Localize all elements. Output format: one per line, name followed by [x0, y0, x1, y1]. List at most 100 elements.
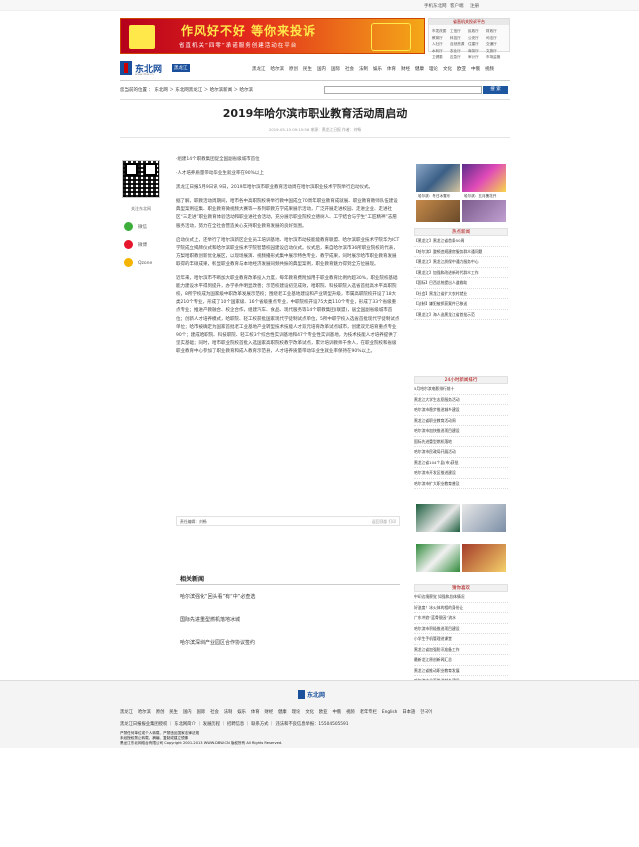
footer-nav-item[interactable]: 老年专栏 — [360, 710, 377, 715]
hot-news-item[interactable]: 【黑龙江】黑龙江质保中通力服务中心 — [414, 257, 508, 268]
recommend-item[interactable]: 广东冲浪“蓝骨银因”流水 — [414, 613, 508, 624]
photo-caption[interactable]: 哈尔滨：五月槐花开 — [464, 194, 496, 199]
footer-nav-item[interactable]: 한국어 — [420, 710, 432, 715]
nav-item[interactable]: 理论 — [429, 66, 438, 72]
share-wechat[interactable]: 微信 — [124, 222, 147, 231]
hot-news-item[interactable]: 【黑龙江】海人选黑龙江省首批示范 — [414, 310, 508, 320]
rank-item[interactable]: 5月哈尔滨电影排行前十 — [414, 384, 508, 395]
photo-thumb[interactable] — [462, 200, 506, 222]
hot-news-item[interactable]: 【哈尔滨】整顿违规建房服务群众通问题 — [414, 247, 508, 257]
nav-item[interactable]: 文化 — [443, 66, 452, 72]
footer-nav-item[interactable]: 日本語 — [402, 710, 415, 715]
photo-thumb[interactable] — [462, 544, 506, 572]
recommend-item[interactable]: 黑龙江省加强防汛准备工作 — [414, 645, 508, 655]
footer-nav-item[interactable]: 哈尔滨 — [138, 710, 151, 715]
photo-thumb[interactable] — [416, 200, 460, 222]
ad-banner[interactable]: 作风好不好 等你来投诉 省直机关“四零”承诺服务创建活动在平台 — [120, 18, 425, 54]
footer-nav-item[interactable]: 视频 — [346, 710, 355, 715]
footer-nav-item[interactable]: 体育 — [251, 710, 260, 715]
rank-item[interactable]: 黑龙江省104个县(市)获批 — [414, 458, 508, 468]
share-weibo[interactable]: 微博 — [124, 240, 147, 249]
region-badge[interactable]: 黑龙江 — [172, 64, 190, 72]
nav-item[interactable]: 原创 — [289, 66, 298, 72]
rank-item[interactable]: 黑龙江大学生志愿服务活动 — [414, 395, 508, 405]
footer-nav-item[interactable]: 法制 — [224, 710, 233, 715]
hot-news-item[interactable]: 【法制】嫌犯被抓获案件已移送 — [414, 299, 508, 310]
site-logo[interactable]: 东北网 www.dbw.cn 黑龙江 — [120, 61, 190, 77]
footer-nav-item[interactable]: English — [382, 710, 398, 715]
footer-info[interactable]: 黑龙江日报报业集团授权 ｜ 东北网简介 ｜ 发展历程 ｜ 招聘信息 ｜ 联系方式… — [120, 721, 349, 727]
rank-item[interactable]: 国际先进重型燃机落地 — [414, 437, 508, 447]
nav-item[interactable]: 财经 — [401, 66, 410, 72]
complaint-link[interactable]: 应急厅 — [450, 54, 468, 61]
back-to-top-link[interactable]: 返回顶部 打印 — [372, 519, 396, 525]
hot-news-item[interactable]: 【黑龙江】黑龙江省首条50周 — [414, 236, 508, 247]
nav-item[interactable]: 哈尔滨 — [271, 66, 285, 72]
rank-item[interactable]: 黑龙江省职业教育活动周 — [414, 416, 508, 426]
nav-item[interactable]: 国内 — [317, 66, 326, 72]
recommend-list: 中印边境察觉 如强和总体情况 好滋度！冰火体的相的身份让 广东冲浪“蓝骨银因”流水哈… — [414, 592, 508, 687]
recommend-item[interactable]: 哈尔滨市积极推进项目建设 — [414, 624, 508, 634]
editor-bar: 责任编辑：刘畅 返回顶部 打印 — [176, 516, 400, 526]
footer-nav-item[interactable]: 国际 — [197, 710, 206, 715]
complaint-link[interactable]: 卫健委 — [432, 54, 450, 61]
rank-item[interactable]: 哈尔滨市开发区推进建设 — [414, 468, 508, 479]
recommend-item[interactable]: 中印边境察觉 如强和总体情况 — [414, 592, 508, 603]
nav-item[interactable]: 法制 — [359, 66, 368, 72]
topbar-link-app[interactable]: 客户端 — [450, 3, 464, 9]
nav-item[interactable]: 健康 — [415, 66, 424, 72]
recommend-item[interactable]: 最新龙江原创新闻汇总 — [414, 655, 508, 666]
hot-news-title: 热点新闻 — [414, 228, 508, 236]
photo-thumb[interactable] — [462, 164, 506, 192]
search-input[interactable] — [324, 86, 482, 94]
nav-item[interactable]: 体育 — [387, 66, 396, 72]
complaint-link[interactable]: 审计厅 — [468, 54, 486, 61]
complaint-link[interactable]: 市场监管 — [486, 54, 504, 61]
footer-nav-item[interactable]: 中俄 — [333, 710, 342, 715]
search-button[interactable]: 搜 索 — [483, 86, 508, 94]
nav-item[interactable]: 中俄 — [471, 66, 480, 72]
hot-news-item[interactable]: 【社会】黑龙江省扩大农村就业 — [414, 289, 508, 299]
nav-item[interactable]: 民生 — [303, 66, 312, 72]
footer-nav-item[interactable]: 社会 — [210, 710, 219, 715]
photo-thumb[interactable] — [462, 504, 506, 532]
photo-thumb[interactable] — [416, 544, 460, 572]
recommend-item[interactable]: 好滋度！冰火体的相的身份让 — [414, 603, 508, 613]
nav-item[interactable]: 国际 — [331, 66, 340, 72]
recommend-box: 猜你喜欢 中印边境察觉 如强和总体情况 好滋度！冰火体的相的身份让 广东冲浪“蓝骨银… — [414, 584, 508, 687]
footer-nav-item[interactable]: 娱乐 — [237, 710, 246, 715]
footer-logo[interactable]: 东北网 — [298, 690, 340, 700]
topbar-link-mobile[interactable]: 手机东北网 — [424, 3, 447, 9]
footer-nav-item[interactable]: 健康 — [278, 710, 287, 715]
topbar-link-register[interactable]: 注册 — [470, 3, 479, 9]
hot-news-item[interactable]: 【国际】巴西总统提出人道救助 — [414, 278, 508, 289]
footer-nav-item[interactable]: 民生 — [169, 710, 178, 715]
footer-nav-item[interactable]: 财经 — [265, 710, 274, 715]
nav-item[interactable]: 黑龙江 — [252, 66, 266, 72]
footer-nav-item[interactable]: 黑龙江 — [120, 710, 133, 715]
photo-thumb[interactable] — [416, 504, 460, 532]
recommend-item[interactable]: 黑龙江省推动职业教育发展 — [414, 666, 508, 676]
breadcrumb[interactable]: 您当前的位置 ： 东北网 ＞ 东北网黑龙江 ＞ 哈尔滨新闻 ＞ 哈尔滨 — [120, 87, 253, 93]
footer-nav-item[interactable]: 文化 — [305, 710, 314, 715]
rank-item[interactable]: 哈尔滨市民政局开展活动 — [414, 447, 508, 458]
photo-thumb[interactable] — [416, 164, 460, 192]
rank-item[interactable]: 哈尔滨市扩大职业教育普及 — [414, 479, 508, 489]
nav-item[interactable]: 社会 — [345, 66, 354, 72]
footer-nav-item[interactable]: 欧亚 — [319, 710, 328, 715]
nav-item[interactable]: 娱乐 — [373, 66, 382, 72]
footer-nav-item[interactable]: 原创 — [156, 710, 165, 715]
nav-item[interactable]: 视频 — [485, 66, 494, 72]
related-news-item[interactable]: 国际先进重型燃机落地冰城 — [180, 616, 240, 623]
rank-item[interactable]: 哈尔滨市加快推进项目建设 — [414, 426, 508, 437]
footer-nav-item[interactable]: 国内 — [183, 710, 192, 715]
hot-news-item[interactable]: 【黑龙江】加强和改进新时代群众工作 — [414, 268, 508, 278]
footer-nav-item[interactable]: 理论 — [292, 710, 301, 715]
nav-item[interactable]: 欧亚 — [457, 66, 466, 72]
share-qzone[interactable]: Qzone — [124, 258, 152, 267]
recommend-item[interactable]: 小学生手机管理进课堂 — [414, 634, 508, 645]
related-news-item[interactable]: 哈尔滨强化“回头看”有“中”必查选 — [180, 593, 255, 600]
related-news-item[interactable]: 哈尔滨深圳产业园区合作协议签约 — [180, 639, 255, 646]
photo-caption[interactable]: 哈尔滨：冬日冰雪乐 — [418, 194, 450, 199]
rank-item[interactable]: 哈尔滨市稳步推进城乡建设 — [414, 405, 508, 416]
